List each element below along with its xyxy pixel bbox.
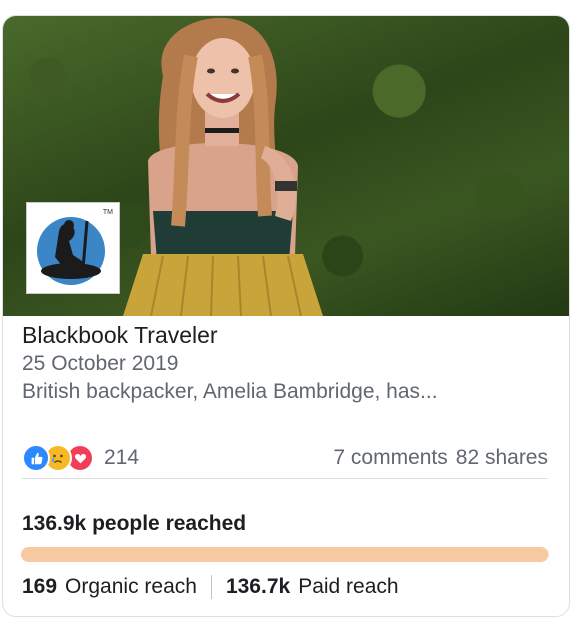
page-name[interactable]: Blackbook Traveler [22, 320, 552, 350]
reach-breakdown: 169 Organic reach 136.7k Paid reach [22, 575, 552, 599]
reaction-count: 214 [104, 446, 140, 469]
organic-reach-label: Organic reach [65, 575, 197, 598]
post-description: British backpacker, Amelia Bambridge, ha… [22, 380, 438, 403]
post-info: Blackbook Traveler 25 October 2019 Briti… [22, 320, 552, 406]
comment-share-counts: 7 comments 82 shares [333, 446, 548, 470]
shares-link[interactable]: 82 shares [456, 446, 548, 469]
reach-divider [210, 575, 212, 599]
paid-reach-value: 136.7k [225, 575, 291, 598]
like-icon [22, 444, 50, 472]
paid-reach-fill [21, 547, 549, 562]
post-photo[interactable]: TM [3, 16, 569, 316]
reach-progress-bar [21, 547, 549, 562]
reactions-summary[interactable]: 214 [22, 444, 139, 472]
organic-reach-value: 169 [22, 575, 58, 598]
engagement-bar: 214 7 comments 82 shares [22, 438, 548, 479]
paid-reach-label: Paid reach [298, 575, 399, 598]
page-logo[interactable]: TM [26, 202, 120, 294]
people-reached-label: 136.9k people reached [22, 512, 247, 535]
traveler-logo-icon [37, 217, 105, 285]
comments-link[interactable]: 7 comments [333, 446, 447, 469]
post-date: 25 October 2019 [22, 352, 179, 375]
